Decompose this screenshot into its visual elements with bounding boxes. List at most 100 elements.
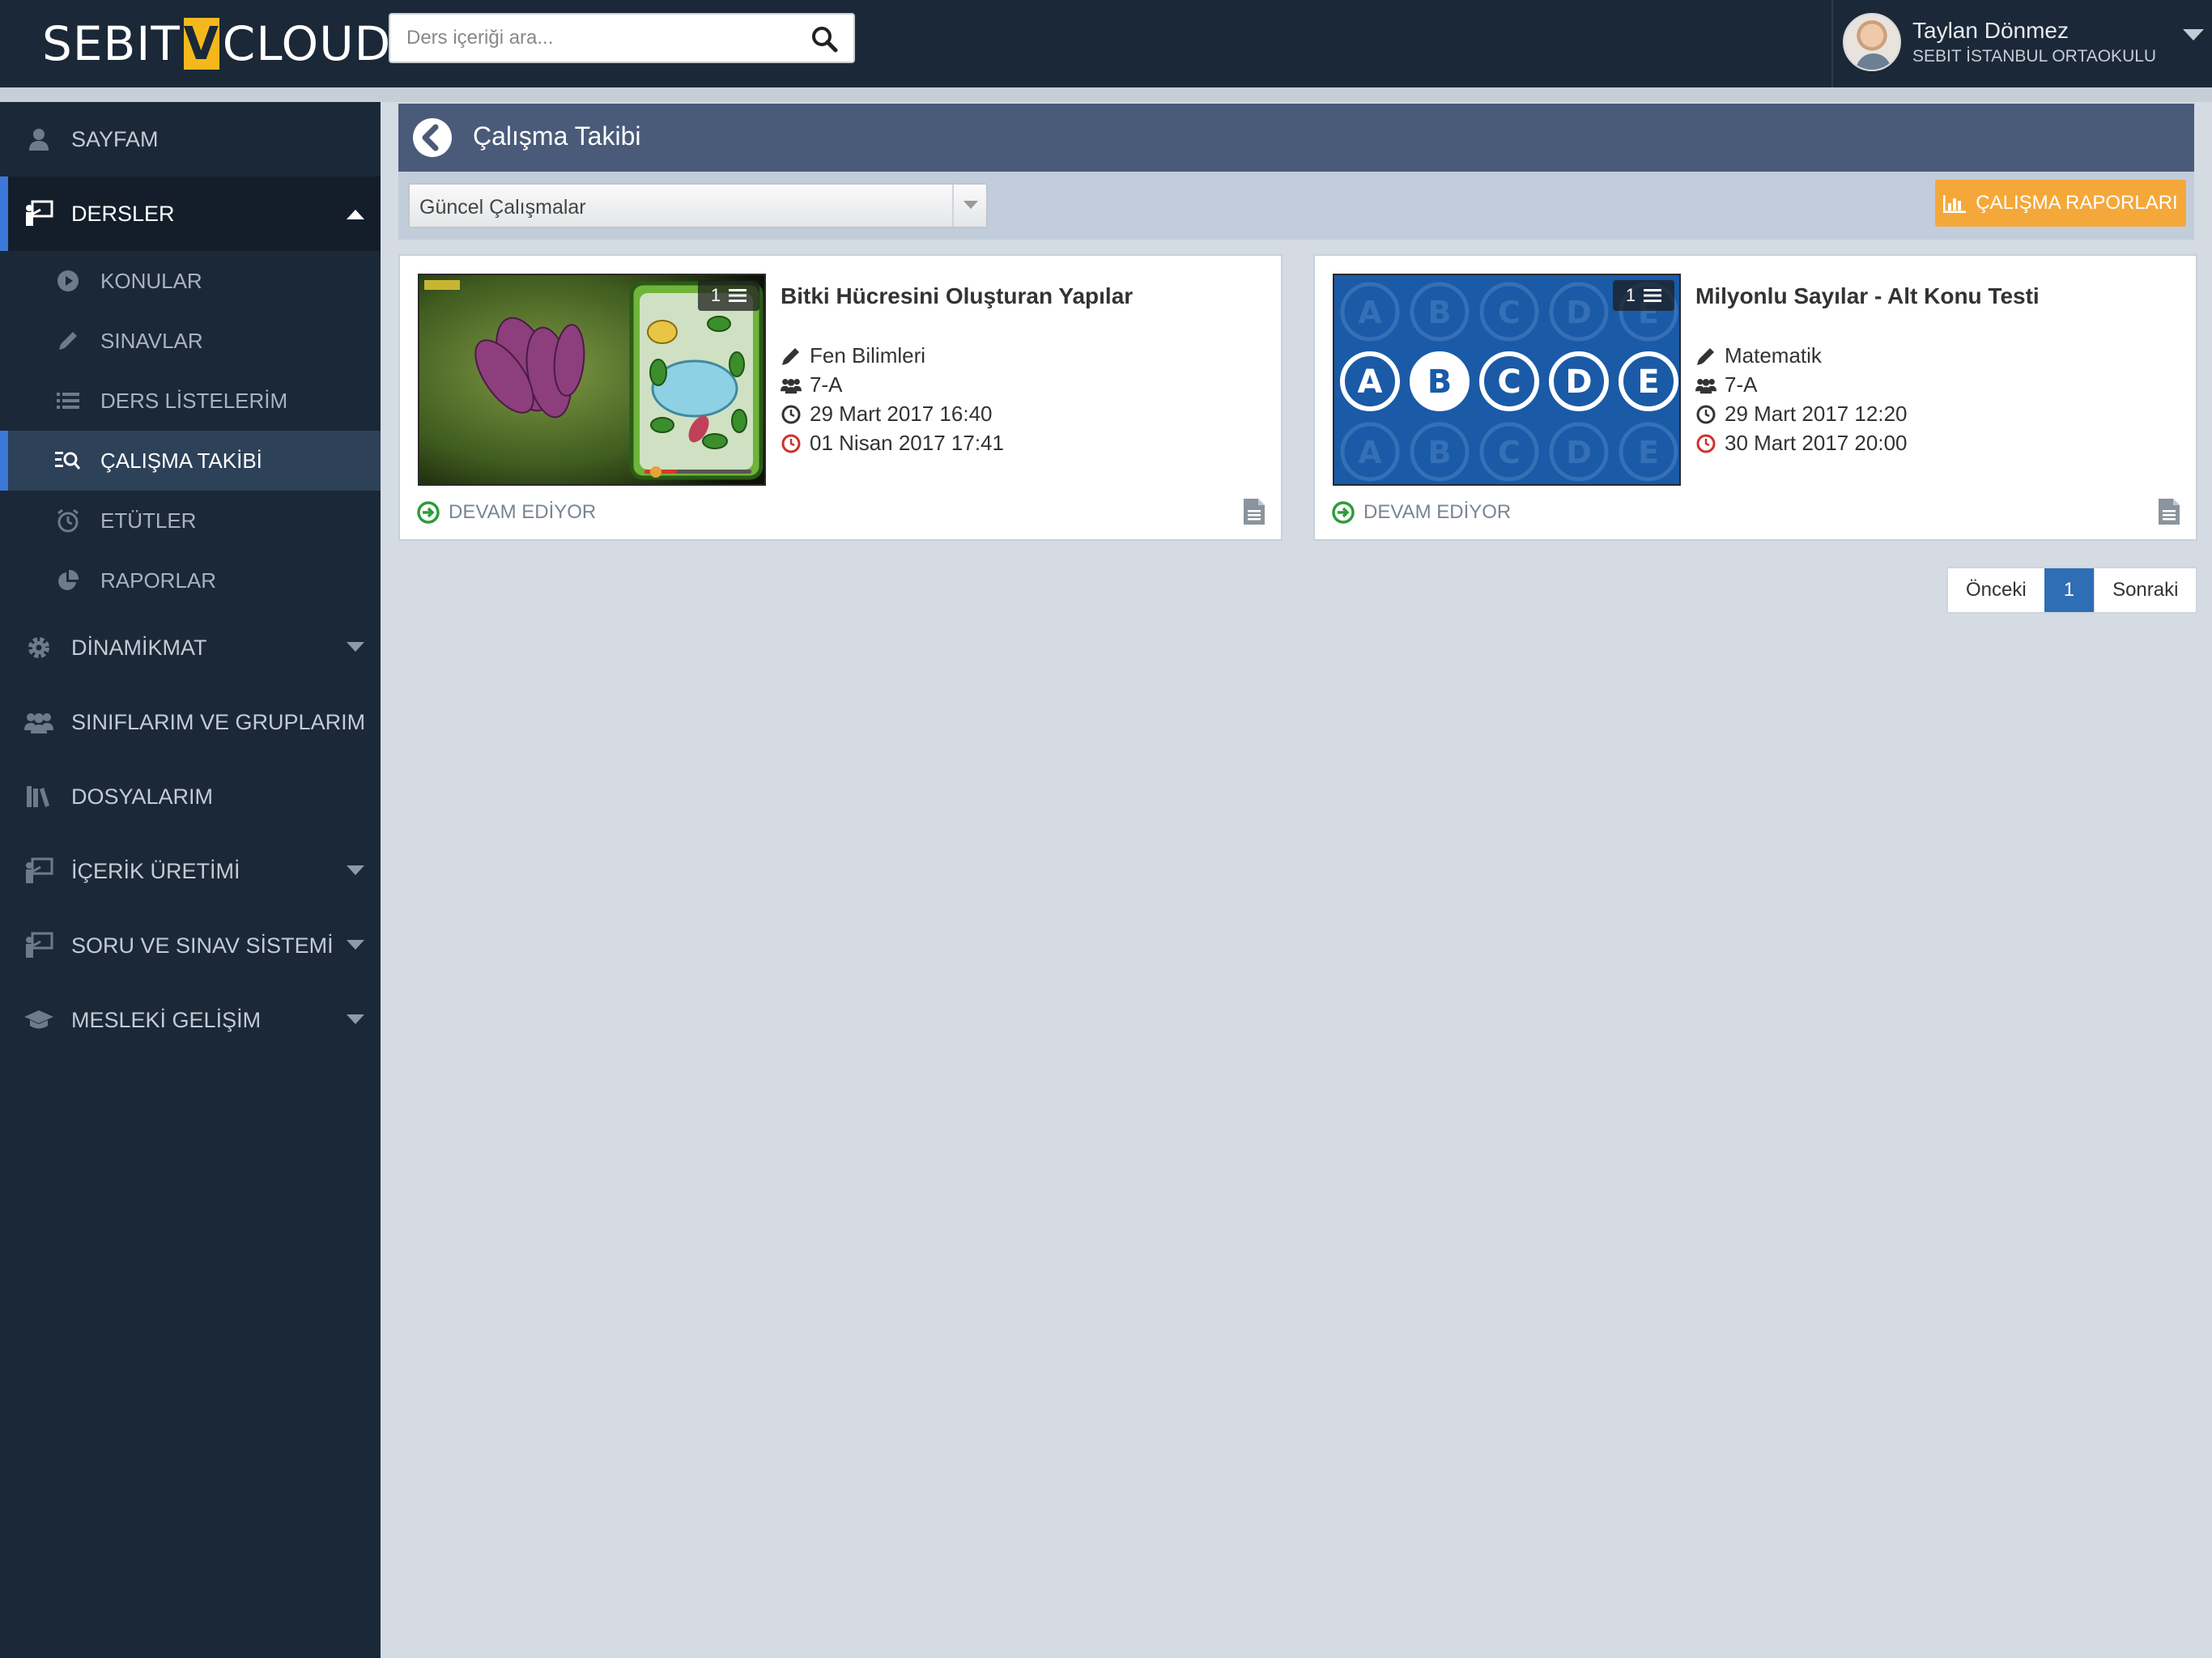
card-end-date: 30 Mart 2017 20:00	[1695, 431, 1908, 456]
list-icon	[1644, 289, 1662, 302]
status-text: DEVAM EDİYOR	[1363, 501, 1512, 523]
sidebar-item-sayfam[interactable]: SAYFAM	[0, 102, 381, 176]
avatar	[1843, 13, 1901, 71]
document-icon[interactable]	[1242, 497, 1266, 526]
sidebar-subitem-konular[interactable]: KONULAR	[0, 251, 381, 311]
clock-icon	[1696, 434, 1716, 453]
library-icon	[24, 782, 53, 811]
sidebar-item-siniflarim-ve-gruplarim[interactable]: SINIFLARIM VE GRUPLARIM	[0, 685, 381, 759]
sidebar: SAYFAM DERSLER KONULAR SINAVLAR DERS LİS…	[0, 102, 381, 1658]
search-list-icon	[55, 448, 81, 474]
search-box	[389, 13, 855, 63]
study-reports-button[interactable]: ÇALIŞMA RAPORLARI	[1935, 180, 2186, 227]
card-class: 7-A	[781, 372, 842, 397]
sidebar-subitem-label: SINAVLAR	[100, 328, 203, 353]
search-icon[interactable]	[810, 24, 839, 53]
user-icon	[24, 125, 53, 154]
sidebar-subitem-sinavlar[interactable]: SINAVLAR	[0, 311, 381, 371]
svg-text:B: B	[1427, 363, 1453, 401]
card-class: 7-A	[1695, 372, 1757, 397]
playlist-count-badge: 1	[1613, 280, 1674, 311]
logo-text-left: SEBIT	[42, 16, 181, 71]
list-icon	[729, 289, 747, 302]
svg-text:C: C	[1498, 295, 1521, 330]
user-menu[interactable]: Taylan Dönmez SEBIT İSTANBUL ORTAOKULU	[1831, 0, 2212, 87]
svg-text:A: A	[1358, 363, 1383, 401]
pagination: Önceki 1 Sonraki	[1946, 567, 2198, 614]
alarm-clock-icon	[55, 508, 81, 534]
sidebar-subitem-label: ETÜTLER	[100, 508, 197, 533]
sidebar-item-label: SORU VE SINAV SİSTEMİ	[71, 933, 334, 958]
pencil-icon	[55, 328, 81, 354]
sidebar-subitem-label: RAPORLAR	[100, 568, 217, 593]
users-icon	[1695, 378, 1716, 393]
pagination-previous-button[interactable]: Önceki	[1948, 568, 2044, 612]
content-thumbnail[interactable]: 1	[418, 274, 766, 486]
teacher-board-icon	[24, 199, 53, 228]
status-badge: DEVAM EDİYOR	[1331, 500, 1511, 525]
chevron-down-icon[interactable]	[2183, 29, 2204, 42]
select-arrow[interactable]	[952, 185, 986, 227]
pencil-icon	[782, 347, 799, 365]
sidebar-subitem-etutler[interactable]: ETÜTLER	[0, 491, 381, 551]
svg-text:E: E	[1638, 435, 1659, 470]
sidebar-item-dersler[interactable]: DERSLER	[0, 176, 381, 251]
svg-text:D: D	[1566, 435, 1592, 470]
panel-header: Çalışma Takibi	[398, 104, 2194, 172]
sidebar-subitem-label: KONULAR	[100, 268, 202, 293]
sidebar-subitem-label: ÇALIŞMA TAKİBİ	[100, 448, 262, 473]
item-count: 1	[710, 285, 721, 305]
chevron-down-icon	[347, 940, 364, 950]
chevron-down-icon	[347, 1014, 364, 1024]
sidebar-item-icerik-uretimi[interactable]: İÇERİK ÜRETİMİ	[0, 834, 381, 908]
class-label: 7-A	[810, 372, 843, 397]
sidebar-subitem-ders-listelerim[interactable]: DERS LİSTELERİM	[0, 371, 381, 431]
user-name: Taylan Dönmez	[1912, 18, 2069, 43]
sidebar-item-dosyalarim[interactable]: DOSYALARIM	[0, 759, 381, 834]
logo-text-right: CLOUD	[222, 16, 392, 71]
gear-icon	[24, 633, 53, 662]
item-count: 1	[1625, 285, 1636, 305]
status-text: DEVAM EDİYOR	[449, 501, 597, 523]
page-title: Çalışma Takibi	[473, 121, 641, 151]
study-card[interactable]: ABCDE ABCDE ACDE B 1 Milyonlu Sayılar - …	[1313, 254, 2197, 541]
play-circle-icon	[55, 268, 81, 294]
search-input[interactable]	[406, 15, 787, 62]
card-title[interactable]: Bitki Hücresini Oluşturan Yapılar	[781, 283, 1133, 309]
content-thumbnail[interactable]: ABCDE ABCDE ACDE B 1	[1333, 274, 1681, 486]
sidebar-item-mesleki-gelisim[interactable]: MESLEKİ GELİŞİM	[0, 983, 381, 1057]
sidebar-item-dinamikmat[interactable]: DİNAMİKMAT	[0, 610, 381, 685]
list-icon	[55, 388, 81, 414]
card-start-date: 29 Mart 2017 12:20	[1695, 402, 1908, 427]
arrow-circle-right-icon	[1332, 501, 1355, 524]
reports-button-label: ÇALIŞMA RAPORLARI	[1976, 192, 2178, 214]
clock-icon	[1696, 405, 1716, 423]
sebit-vcloud-logo[interactable]: SEBIT V CLOUD	[42, 16, 391, 71]
chevron-up-icon	[347, 210, 364, 219]
svg-text:E: E	[1637, 363, 1659, 401]
card-title[interactable]: Milyonlu Sayılar - Alt Konu Testi	[1695, 283, 2040, 309]
document-icon[interactable]	[2157, 497, 2181, 526]
card-subject: Fen Bilimleri	[781, 343, 925, 368]
filter-bar: Güncel Çalışmalar ÇALIŞMA RAPORLARI	[398, 172, 2194, 240]
sidebar-item-soru-ve-sinav-sistemi[interactable]: SORU VE SINAV SİSTEMİ	[0, 908, 381, 983]
svg-text:D: D	[1566, 295, 1592, 330]
back-arrow-icon[interactable]	[410, 115, 455, 160]
study-card[interactable]: 1 Bitki Hücresini Oluşturan Yapılar Fen …	[398, 254, 1283, 541]
sidebar-item-label: SAYFAM	[71, 126, 159, 151]
chevron-down-icon	[347, 642, 364, 652]
user-school: SEBIT İSTANBUL ORTAOKULU	[1912, 47, 2157, 66]
sidebar-item-label: MESLEKİ GELİŞİM	[71, 1007, 262, 1032]
users-icon	[781, 378, 802, 393]
end-date: 30 Mart 2017 20:00	[1725, 431, 1908, 455]
pagination-next-button[interactable]: Sonraki	[2094, 568, 2197, 612]
svg-text:C: C	[1497, 363, 1521, 401]
sidebar-subitem-calisma-takibi[interactable]: ÇALIŞMA TAKİBİ	[0, 431, 381, 491]
study-filter-select[interactable]: Güncel Çalışmalar	[408, 183, 988, 228]
sidebar-subitem-raporlar[interactable]: RAPORLAR	[0, 551, 381, 610]
svg-text:B: B	[1428, 435, 1452, 470]
pagination-page-1[interactable]: 1	[2044, 568, 2095, 612]
top-header: SEBIT V CLOUD Taylan Dönmez SEBIT İSTANB…	[0, 0, 2212, 87]
teacher-board-icon	[24, 931, 53, 960]
start-date: 29 Mart 2017 12:20	[1725, 402, 1908, 426]
